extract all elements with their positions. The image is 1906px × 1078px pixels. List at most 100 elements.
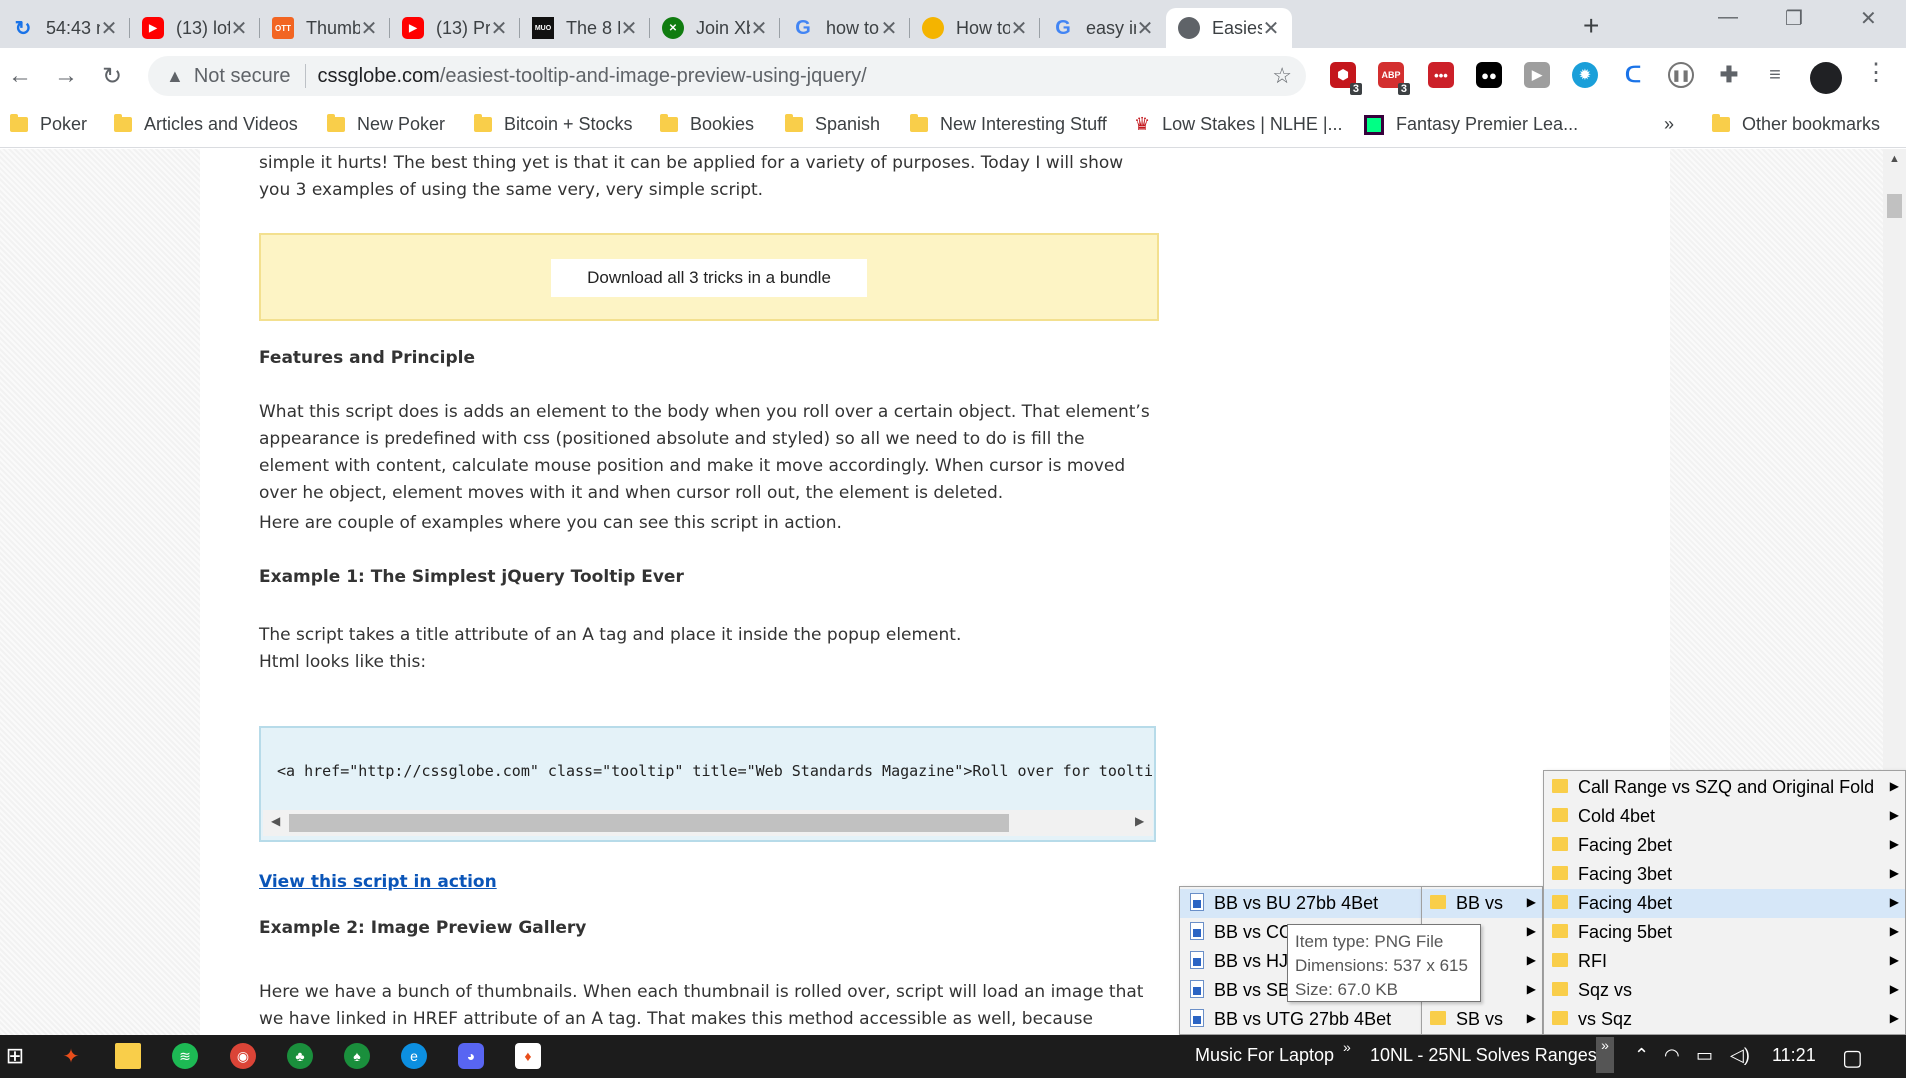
scrollbar-thumb[interactable] [1887, 194, 1902, 218]
close-icon[interactable]: ✕ [230, 16, 248, 41]
ublock-icon[interactable]: ⬢ 3 [1330, 62, 1362, 95]
bookmark-folder[interactable]: New Interesting Stuff [910, 114, 1107, 135]
bookmark-folder[interactable]: Spanish [785, 114, 880, 135]
close-icon[interactable]: ✕ [1136, 16, 1154, 41]
menu-item-folder[interactable]: vs Sqz ▶ [1544, 1005, 1905, 1034]
scrollbar-thumb[interactable] [289, 814, 1009, 832]
menu-item-folder[interactable]: Facing 5bet ▶ [1544, 918, 1905, 947]
other-bookmarks[interactable]: Other bookmarks [1712, 114, 1880, 135]
pause-icon[interactable]: ❚❚ [1668, 62, 1694, 88]
tab-5[interactable]: ✕ Join Xb ✕ [650, 8, 780, 48]
menu-item-folder[interactable]: Facing 4bet ▶ [1544, 889, 1905, 918]
close-icon[interactable]: ✕ [490, 16, 508, 41]
toolbar-ranges[interactable]: 10NL - 25NL Solves Ranges [1370, 1045, 1597, 1066]
media-icon[interactable]: ≡ [1762, 62, 1788, 88]
tab-2[interactable]: OTT Thumbr ✕ [260, 8, 390, 48]
windows-start-icon[interactable]: ⊞ [2, 1043, 28, 1069]
security-label[interactable]: Not secure [194, 65, 291, 88]
tab-3[interactable]: ▶ (13) Pre ✕ [390, 8, 520, 48]
profile-avatar[interactable] [1810, 62, 1842, 94]
app-icon[interactable]: ♠ [344, 1043, 370, 1069]
bookmark-folder[interactable]: Articles and Videos [114, 114, 298, 135]
bookmark-folder[interactable]: New Poker [327, 114, 445, 135]
gear-extension-icon[interactable]: ✹ [1572, 62, 1598, 88]
tab-8[interactable]: G easy im ✕ [1040, 8, 1166, 48]
clock[interactable]: 11:21 [1772, 1045, 1816, 1066]
play-icon[interactable]: ▶ [1524, 62, 1550, 88]
back-c-icon[interactable]: ᑕ [1620, 62, 1646, 88]
tab-0[interactable]: ↻ 54:43 m ✕ [0, 8, 130, 48]
lastpass-icon[interactable]: ••• [1428, 62, 1454, 88]
menu-item-folder[interactable]: RFI ▶ [1544, 947, 1905, 976]
scroll-up-icon[interactable]: ▲ [1889, 153, 1900, 165]
submenu-arrow-icon: ▶ [1526, 924, 1536, 938]
toolbar-music[interactable]: Music For Laptop [1195, 1045, 1334, 1066]
submenu-arrow-icon: ▶ [1889, 982, 1899, 996]
adblock-icon[interactable]: ABP 3 [1378, 62, 1410, 95]
menu-item-folder[interactable]: Call Range vs SZQ and Original Fold ▶ [1544, 773, 1905, 802]
close-icon[interactable]: ✕ [750, 16, 768, 41]
file-explorer-icon[interactable] [115, 1043, 141, 1069]
scroll-left-icon[interactable]: ◀ [271, 814, 280, 828]
tab-active[interactable]: Easiest ✕ [1166, 8, 1292, 48]
app-icon[interactable]: ♣ [287, 1043, 313, 1069]
menu-item-folder[interactable]: Sqz vs ▶ [1544, 976, 1905, 1005]
bookmark-link[interactable]: Fantasy Premier Lea... [1364, 114, 1578, 135]
tab-1[interactable]: ▶ (13) lofi ✕ [130, 8, 260, 48]
window-close-icon[interactable]: ✕ [1860, 6, 1877, 31]
discord-icon[interactable]: ◕ [458, 1043, 484, 1069]
new-tab-icon[interactable]: + [1583, 10, 1599, 42]
tray-up-icon[interactable]: ⌃ [1634, 1045, 1649, 1066]
address-bar[interactable]: ▲ Not secure cssglobe.com/easiest-toolti… [148, 56, 1306, 96]
download-bundle-button[interactable]: Download all 3 tricks in a bundle [551, 259, 867, 297]
menu-item-folder[interactable]: Facing 3bet ▶ [1544, 860, 1905, 889]
menu-item-folder[interactable]: BB vs ▶ [1422, 889, 1542, 918]
app-icon[interactable]: ♦ [515, 1043, 541, 1069]
notification-icon[interactable]: ▢ [1842, 1045, 1863, 1071]
tab-7[interactable]: How to ✕ [910, 8, 1040, 48]
close-icon[interactable]: ✕ [1010, 16, 1028, 41]
menu-kebab-icon[interactable]: ⋮ [1864, 58, 1888, 87]
back-icon[interactable]: ← [8, 62, 32, 90]
code-block[interactable]: <a href="http://cssglobe.com" class="too… [259, 726, 1156, 842]
bookmark-star-icon[interactable]: ☆ [1272, 63, 1292, 89]
puzzle-icon[interactable]: ✚ [1716, 62, 1742, 88]
volume-icon[interactable]: ◁) [1730, 1045, 1750, 1066]
menu-item-file[interactable]: BB vs UTG 27bb 4Bet [1180, 1005, 1422, 1034]
folder-icon [1552, 924, 1568, 938]
close-icon[interactable]: ✕ [1262, 16, 1280, 41]
bookmark-link[interactable]: ♛ Low Stakes | NLHE |... [1134, 114, 1343, 135]
menu-item-folder[interactable]: Cold 4bet ▶ [1544, 802, 1905, 831]
bookmark-folder[interactable]: Bitcoin + Stocks [474, 114, 633, 135]
battery-icon[interactable]: ▭ [1696, 1045, 1713, 1066]
chevron-icon[interactable]: » [1343, 1039, 1351, 1055]
forward-icon[interactable]: → [54, 62, 78, 90]
bookmark-folder[interactable]: Bookies [660, 114, 754, 135]
minimize-icon[interactable]: — [1718, 6, 1738, 29]
close-icon[interactable]: ✕ [620, 16, 638, 41]
scroll-right-icon[interactable]: ▶ [1135, 814, 1144, 828]
tab-6[interactable]: G how to ✕ [780, 8, 910, 48]
app-icon[interactable]: ✦ [58, 1043, 84, 1069]
spotify-icon[interactable]: ≋ [172, 1043, 198, 1069]
makeuseof-icon: MUO [532, 17, 554, 39]
toolbar-chevron-icon[interactable]: » [1596, 1037, 1614, 1073]
restore-icon[interactable]: ❐ [1785, 6, 1803, 31]
tab-4[interactable]: MUO The 8 B ✕ [520, 8, 650, 48]
menu-item-file[interactable]: BB vs BU 27bb 4Bet [1180, 889, 1422, 918]
bookmark-folder[interactable]: Poker [10, 114, 87, 135]
submenu-arrow-icon: ▶ [1889, 866, 1899, 880]
horizontal-scrollbar[interactable]: ◀ ▶ [263, 810, 1153, 836]
view-script-link[interactable]: View this script in action [259, 872, 497, 892]
close-icon[interactable]: ✕ [360, 16, 378, 41]
menu-item-folder[interactable]: Facing 2bet ▶ [1544, 831, 1905, 860]
tampermonkey-icon[interactable]: ●● [1476, 62, 1502, 88]
chrome-icon[interactable]: ◉ [230, 1043, 256, 1069]
wifi-icon[interactable]: ◠ [1664, 1045, 1680, 1066]
bookmarks-overflow[interactable]: » [1664, 114, 1674, 135]
close-icon[interactable]: ✕ [100, 16, 118, 41]
edge-icon[interactable]: e [401, 1043, 427, 1069]
close-icon[interactable]: ✕ [880, 16, 898, 41]
menu-item-folder[interactable]: SB vs ▶ [1422, 1005, 1542, 1034]
reload-icon[interactable]: ↻ [102, 62, 122, 91]
